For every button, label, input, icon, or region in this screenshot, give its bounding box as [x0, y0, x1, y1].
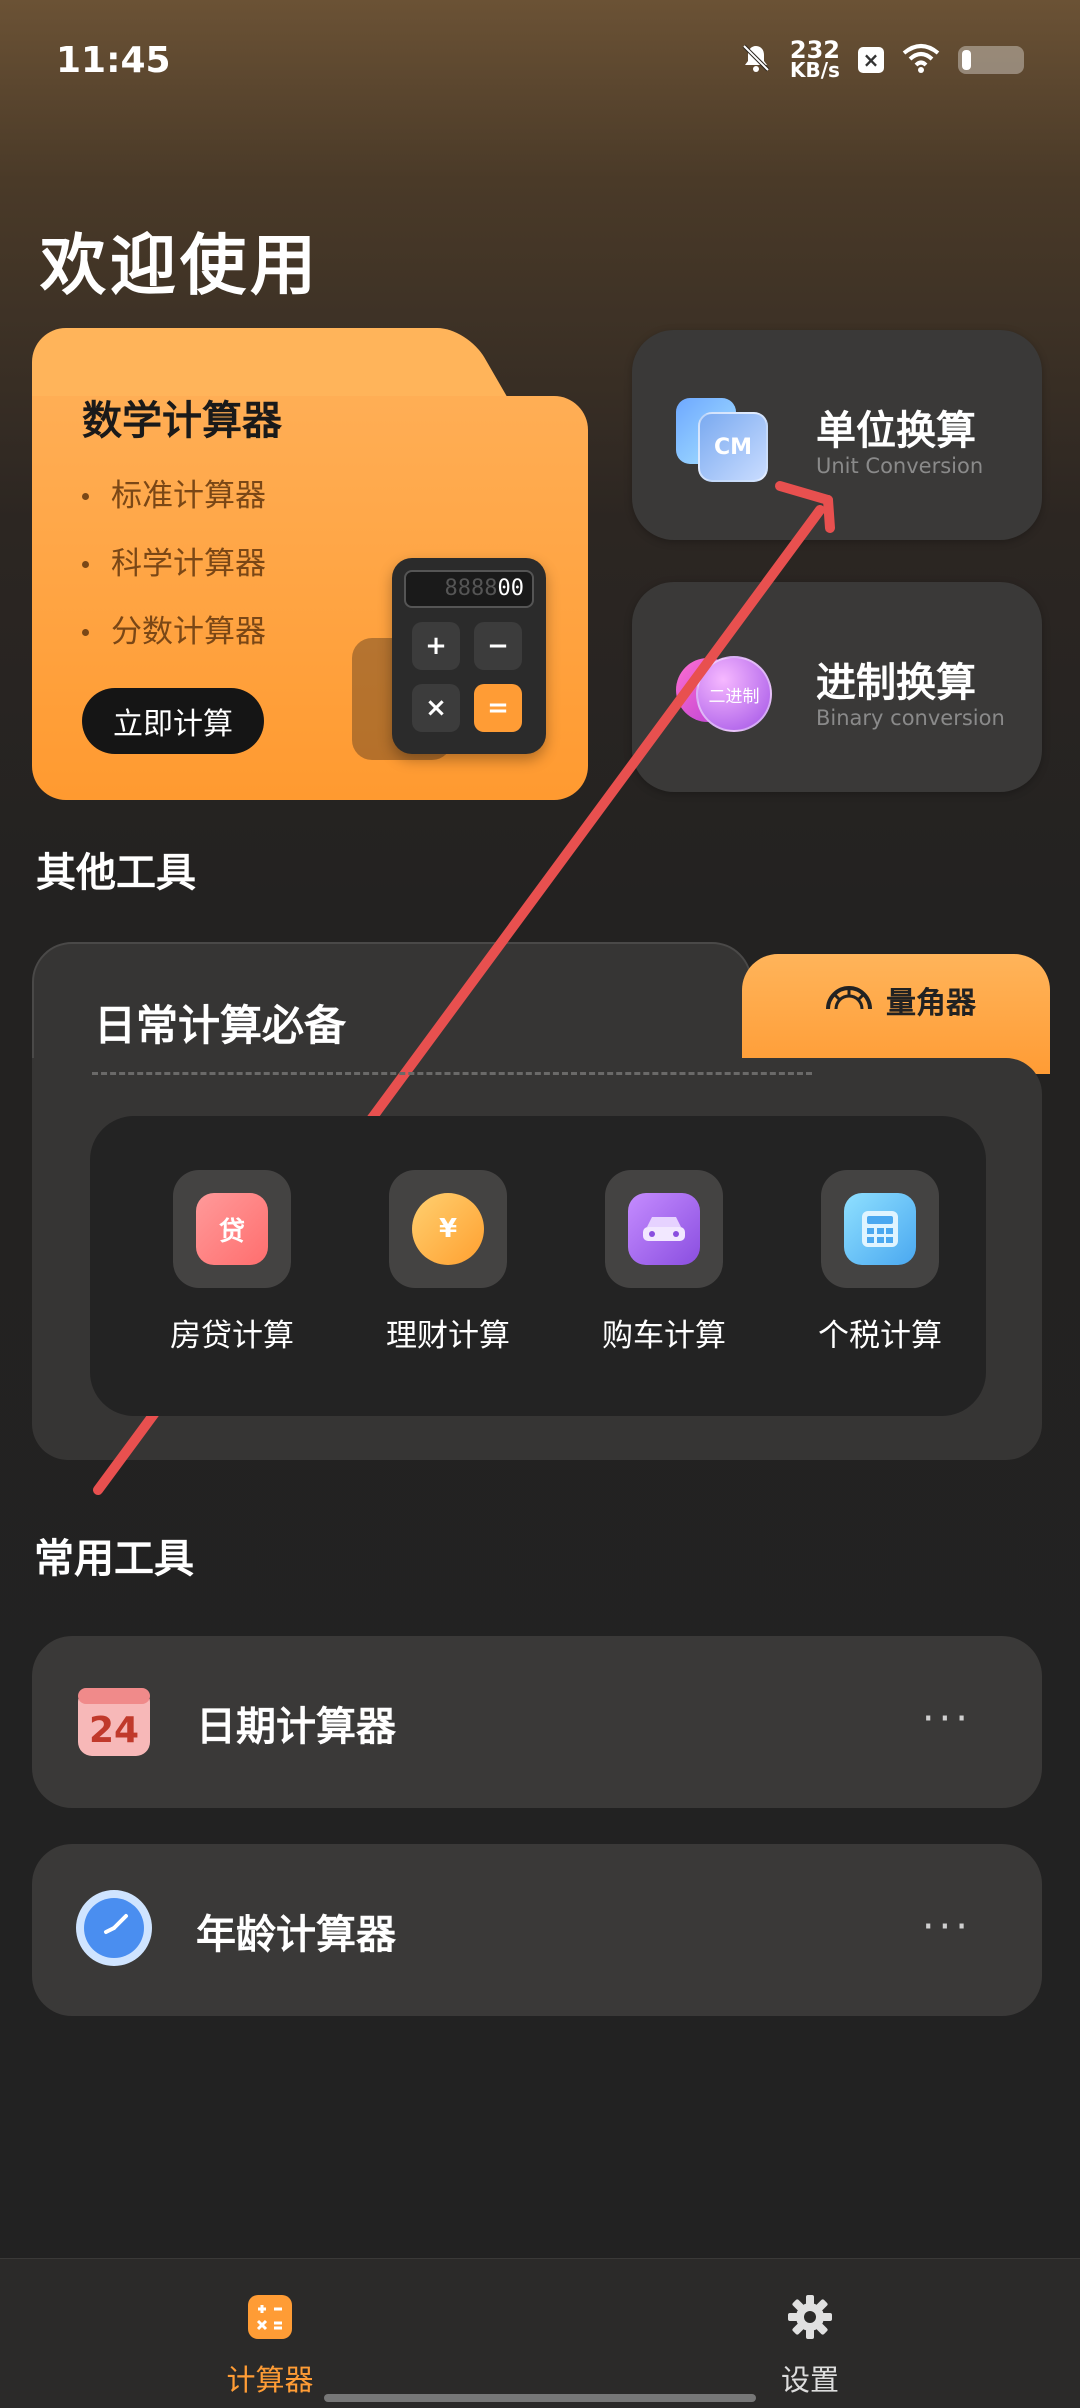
protractor-icon [824, 981, 874, 1019]
math-card-title: 数学计算器 [82, 398, 282, 444]
binary-conversion-title: 进制换算 [816, 660, 976, 706]
minus-key: − [474, 622, 522, 670]
unit-conversion-icon: CM [676, 392, 772, 482]
bell-off-icon [740, 42, 772, 78]
car-purchase-calc-button[interactable]: 购车计算 [584, 1170, 744, 1355]
tool-grid: 贷 房贷计算 ¥ 理财计算 购车计算 个税计算 [90, 1116, 986, 1416]
other-tools-card: 量角器 日常计算必备 贷 房贷计算 ¥ 理财计算 购车计算 个税计算 [32, 942, 1050, 1460]
svg-text:24: 24 [89, 1710, 139, 1751]
unit-conversion-subtitle: Unit Conversion [816, 454, 984, 478]
status-time: 11:45 [56, 40, 171, 81]
binary-conversion-subtitle: Binary conversion [816, 706, 1005, 730]
other-tools-section-title: 其他工具 [36, 850, 196, 896]
nav-settings[interactable]: 设置 [710, 2293, 910, 2399]
gear-icon [786, 2293, 834, 2345]
battery-icon [958, 46, 1024, 74]
calculator-illustration-icon: 888800 + − × = [352, 558, 572, 778]
status-bar: 11:45 232 KB/s × [0, 0, 1080, 120]
list-item: 标准计算器 [82, 462, 266, 530]
clock-icon [74, 1888, 154, 1968]
calc-display: 888800 [404, 570, 534, 608]
page-title: 欢迎使用 [40, 227, 320, 304]
math-card-list: 标准计算器 科学计算器 分数计算器 [82, 462, 266, 666]
common-tools-section-title: 常用工具 [34, 1536, 194, 1582]
loan-icon: 贷 [196, 1193, 268, 1265]
income-tax-calc-button[interactable]: 个税计算 [800, 1170, 960, 1355]
calculate-now-button[interactable]: 立即计算 [82, 688, 264, 754]
calendar-icon: 24 [74, 1680, 154, 1760]
more-icon[interactable]: ··· [922, 1696, 972, 1742]
other-tools-card-title: 日常计算必备 [94, 1001, 347, 1050]
protractor-button[interactable]: 量角器 [824, 978, 976, 1022]
divider [92, 1072, 812, 1075]
date-calculator-row[interactable]: 24 日期计算器 ··· [32, 1636, 1042, 1808]
net-speed: 232 KB/s [789, 36, 840, 82]
status-icons: 232 KB/s × [740, 36, 1024, 82]
tax-calculator-icon [844, 1193, 916, 1265]
plus-key: + [412, 622, 460, 670]
binary-conversion-icon: 二进制 [676, 644, 772, 734]
math-calculator-card[interactable]: 数学计算器 标准计算器 科学计算器 分数计算器 立即计算 888800 + − … [32, 328, 588, 800]
car-icon [628, 1193, 700, 1265]
unit-conversion-title: 单位换算 [816, 408, 976, 454]
x-badge-icon: × [858, 47, 884, 73]
unit-conversion-card[interactable]: CM 单位换算 Unit Conversion [632, 330, 1042, 540]
list-item: 分数计算器 [82, 598, 266, 666]
coin-icon: ¥ [412, 1193, 484, 1265]
list-item: 科学计算器 [82, 530, 266, 598]
bottom-navigation: 计算器 设置 [0, 2258, 1080, 2408]
wifi-icon [902, 43, 940, 77]
more-icon[interactable]: ··· [922, 1904, 972, 1950]
nav-calculator[interactable]: 计算器 [170, 2293, 370, 2399]
calculator-icon [246, 2293, 294, 2345]
mortgage-calc-button[interactable]: 贷 房贷计算 [152, 1170, 312, 1355]
binary-conversion-card[interactable]: 二进制 进制换算 Binary conversion [632, 582, 1042, 792]
finance-calc-button[interactable]: ¥ 理财计算 [368, 1170, 528, 1355]
multiply-key: × [412, 684, 460, 732]
age-calculator-row[interactable]: 年龄计算器 ··· [32, 1844, 1042, 2016]
home-indicator [324, 2394, 756, 2402]
equals-key: = [474, 684, 522, 732]
